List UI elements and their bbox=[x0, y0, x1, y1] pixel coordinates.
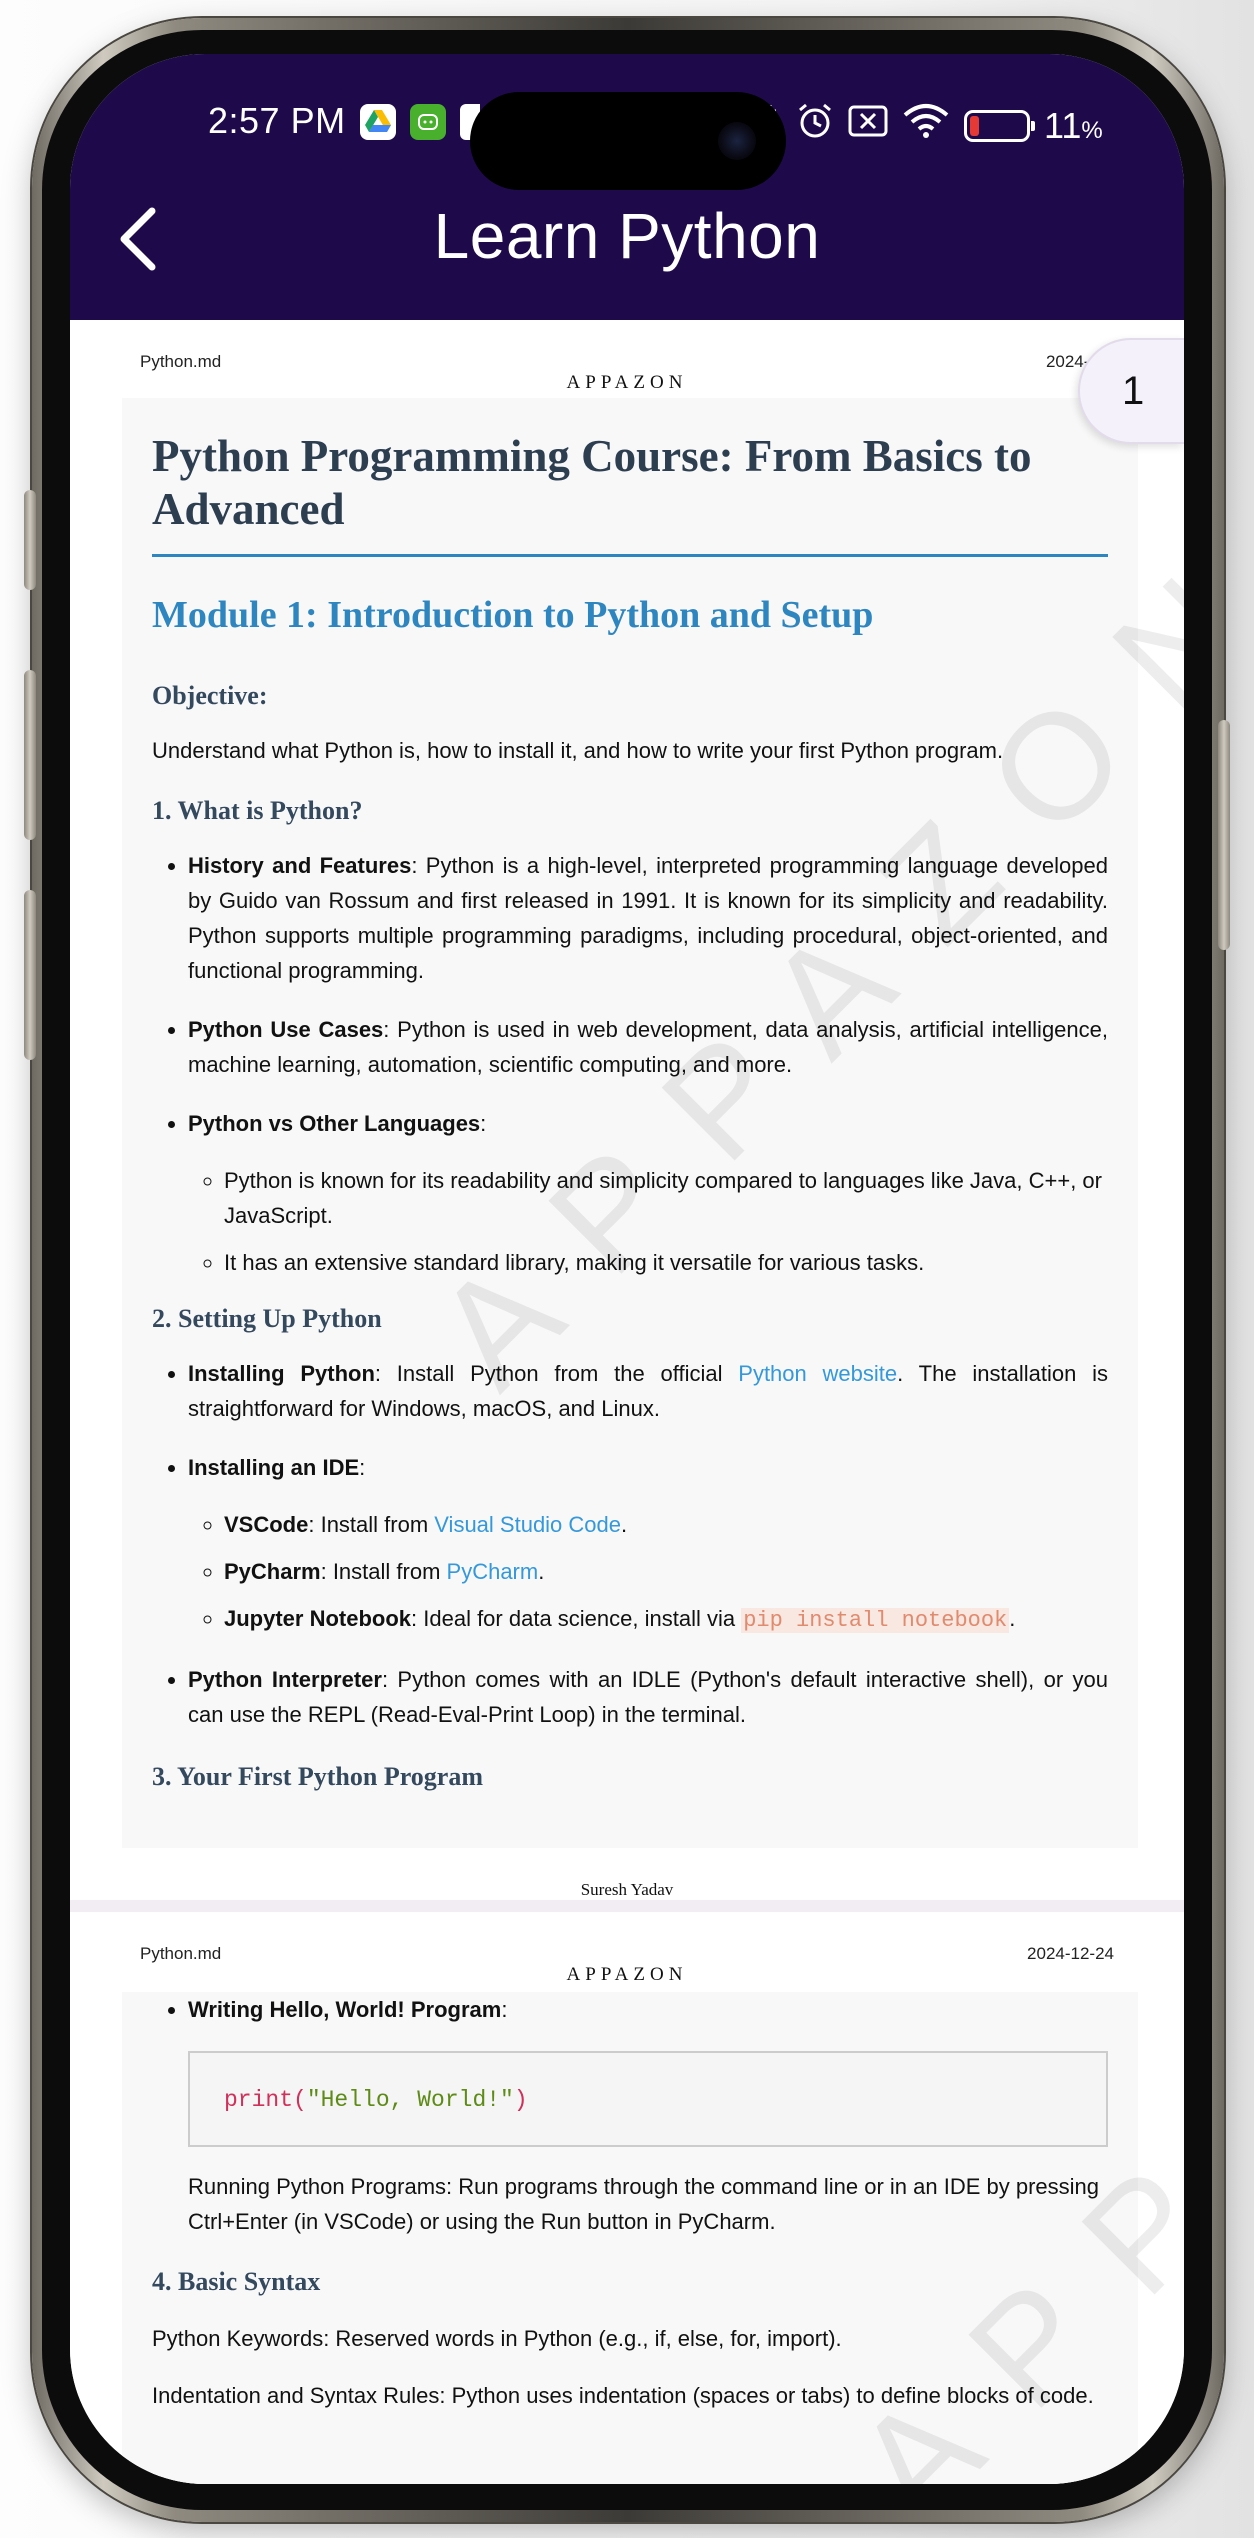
dynamic-island bbox=[470, 92, 786, 190]
page-number-badge[interactable]: 1 bbox=[1078, 338, 1184, 444]
page-filename: Python.md bbox=[140, 352, 222, 371]
list-item: Installing Python: Install Python from t… bbox=[188, 1356, 1108, 1426]
running-programs-text: Running Python Programs: Run programs th… bbox=[188, 2174, 1100, 2234]
page-brand: APPAZON bbox=[566, 372, 688, 393]
list-subitem: Jupyter Notebook: Ideal for data science… bbox=[224, 1601, 1108, 1638]
list-subitem: Python is known for its readability and … bbox=[224, 1163, 1108, 1233]
hello-list: Writing Hello, World! Program: print("He… bbox=[152, 1992, 1108, 2239]
document-page-2[interactable]: Python.md 2024-12-24 APPAZON APPAZON Wri… bbox=[70, 1912, 1184, 2484]
status-right-icons: 11% bbox=[760, 102, 1103, 149]
objective-heading: Objective: bbox=[152, 681, 268, 710]
list-item: Installing an IDE: VSCode: Install from … bbox=[188, 1450, 1108, 1638]
alarm-icon bbox=[796, 102, 834, 149]
list-item: Python vs Other Languages: Python is kno… bbox=[188, 1106, 1108, 1280]
page-date: 2024-12-24 bbox=[1027, 1944, 1114, 1963]
battery-icon bbox=[964, 109, 1035, 142]
status-time: 2:57 PM bbox=[208, 100, 346, 141]
section-heading-basic-syntax: 4. Basic Syntax bbox=[152, 2267, 321, 2296]
what-is-python-list: History and Features: Python is a high-l… bbox=[152, 848, 1108, 1280]
power-button bbox=[1218, 720, 1230, 950]
module-heading: Module 1: Introduction to Python and Set… bbox=[152, 594, 874, 636]
app-bar: 2:57 PM 11% Learn Python bbox=[70, 54, 1184, 320]
document-page-1[interactable]: Python.md 2024-12- APPAZON APPAZON Pytho… bbox=[70, 320, 1184, 1900]
wifi-icon bbox=[902, 103, 950, 148]
objective-text: Understand what Python is, how to instal… bbox=[152, 738, 1004, 763]
python-website-link[interactable]: Python website bbox=[738, 1361, 897, 1386]
screen: 2:57 PM 11% Learn Python Python.md 2024-… bbox=[70, 54, 1184, 2484]
notification-icons bbox=[360, 104, 480, 140]
section-heading-what-is-python: 1. What is Python? bbox=[152, 796, 363, 825]
code-block: print("Hello, World!") bbox=[188, 2051, 1108, 2147]
page-content: APPAZON Writing Hello, World! Program: p… bbox=[122, 1912, 1184, 2484]
keywords-text: Python Keywords: Reserved words in Pytho… bbox=[152, 2326, 842, 2351]
inline-code: pip install notebook bbox=[741, 1608, 1010, 1633]
google-drive-icon bbox=[360, 104, 396, 140]
action-button bbox=[24, 490, 36, 590]
section-heading-first-program: 3. Your First Python Program bbox=[152, 1762, 483, 1791]
volume-down-button bbox=[24, 890, 36, 1060]
page-filename: Python.md bbox=[140, 1944, 222, 1963]
list-item: Writing Hello, World! Program: print("He… bbox=[188, 1992, 1108, 2239]
list-subitem: It has an extensive standard library, ma… bbox=[224, 1245, 1108, 1280]
indentation-text: Indentation and Syntax Rules: Python use… bbox=[152, 2383, 1094, 2408]
setup-list: Installing Python: Install Python from t… bbox=[152, 1356, 1108, 1732]
list-subitem: PyCharm: Install from PyCharm. bbox=[224, 1554, 1108, 1589]
vscode-link[interactable]: Visual Studio Code bbox=[434, 1512, 621, 1537]
page-brand: APPAZON bbox=[566, 1964, 688, 1985]
list-item: Python Use Cases: Python is used in web … bbox=[188, 1012, 1108, 1082]
pycharm-link[interactable]: PyCharm bbox=[447, 1559, 539, 1584]
list-item: Python Interpreter: Python comes with an… bbox=[188, 1662, 1108, 1732]
footer-author: Suresh Yadav bbox=[580, 1880, 674, 1899]
page-content: APPAZON Python Programming Course: From … bbox=[122, 398, 1184, 1848]
camera-icon bbox=[718, 122, 756, 160]
volume-up-button bbox=[24, 670, 36, 840]
app-title: Learn Python bbox=[433, 200, 821, 272]
android-app-icon bbox=[410, 104, 446, 140]
section-heading-setting-up: 2. Setting Up Python bbox=[152, 1304, 382, 1333]
list-item: History and Features: Python is a high-l… bbox=[188, 848, 1108, 988]
list-subitem: VSCode: Install from Visual Studio Code. bbox=[224, 1507, 1108, 1542]
document-title: Python Programming Course: From Basics t… bbox=[152, 398, 1108, 557]
battery-percent: 11% bbox=[1044, 104, 1103, 146]
no-sim-icon bbox=[848, 104, 888, 147]
